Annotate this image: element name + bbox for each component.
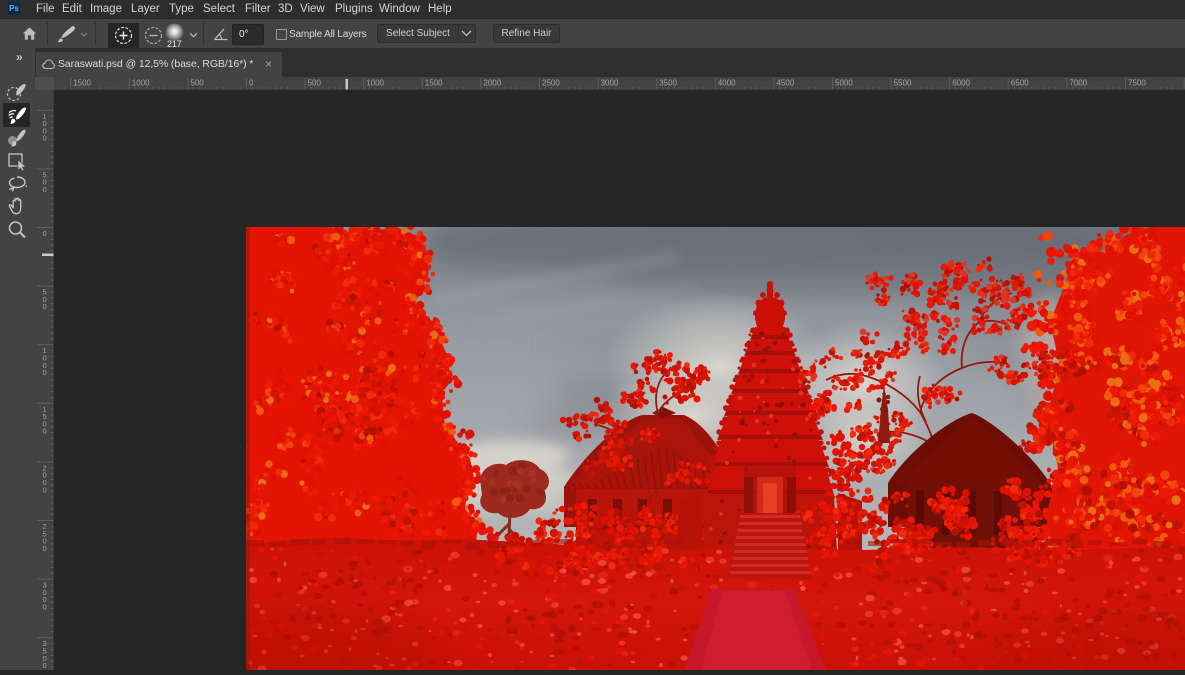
svg-text:0: 0 <box>43 661 47 670</box>
svg-text:5500: 5500 <box>894 79 912 88</box>
svg-text:2500: 2500 <box>542 79 560 88</box>
svg-text:1000: 1000 <box>366 79 384 88</box>
svg-text:0: 0 <box>43 229 47 238</box>
svg-text:500: 500 <box>308 79 322 88</box>
svg-text:0: 0 <box>43 368 47 377</box>
svg-text:1500: 1500 <box>73 79 91 88</box>
svg-text:3500: 3500 <box>659 79 677 88</box>
svg-text:0: 0 <box>43 544 47 553</box>
svg-text:0: 0 <box>43 302 47 311</box>
svg-text:0: 0 <box>43 427 47 436</box>
svg-text:0: 0 <box>249 79 254 88</box>
svg-text:4000: 4000 <box>718 79 736 88</box>
svg-text:6000: 6000 <box>952 79 970 88</box>
svg-text:7000: 7000 <box>1069 79 1087 88</box>
svg-text:5000: 5000 <box>835 79 853 88</box>
svg-text:1000: 1000 <box>132 79 150 88</box>
svg-text:7500: 7500 <box>1128 79 1146 88</box>
svg-text:0: 0 <box>43 603 47 612</box>
svg-text:0: 0 <box>43 485 47 494</box>
svg-text:2000: 2000 <box>483 79 501 88</box>
svg-text:0: 0 <box>43 134 47 143</box>
svg-text:0: 0 <box>43 185 47 194</box>
svg-text:3000: 3000 <box>601 79 619 88</box>
svg-text:1500: 1500 <box>425 79 443 88</box>
svg-text:4500: 4500 <box>776 79 794 88</box>
svg-text:500: 500 <box>190 79 204 88</box>
svg-text:6500: 6500 <box>1011 79 1029 88</box>
